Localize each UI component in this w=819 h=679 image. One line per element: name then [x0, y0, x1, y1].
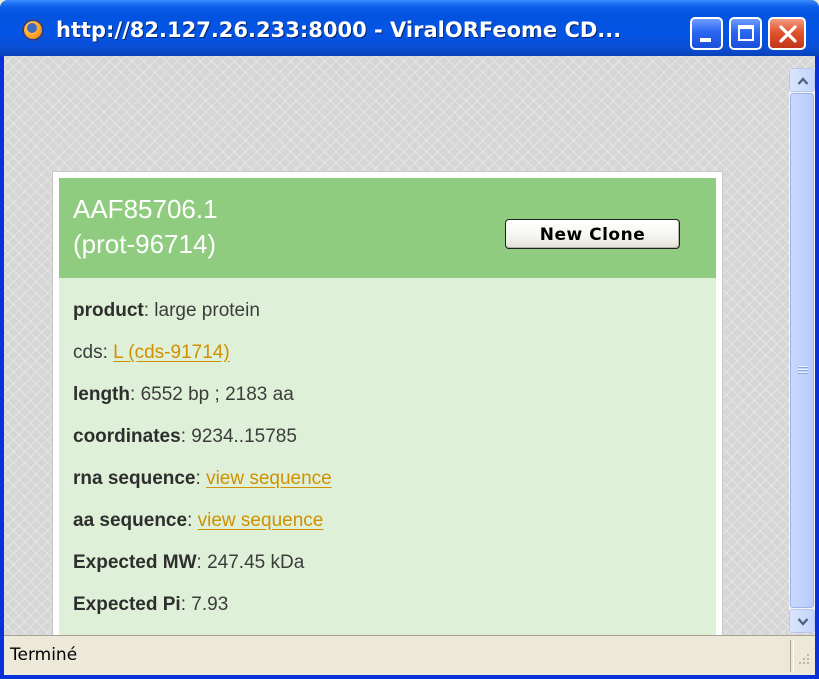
- scroll-thumb[interactable]: [790, 93, 814, 608]
- close-icon: [779, 25, 797, 43]
- expected-pi-value: 7.93: [191, 594, 229, 615]
- minimize-button[interactable]: [690, 17, 723, 50]
- field-label: coordinates: [73, 426, 181, 447]
- chevron-up-icon: [797, 77, 809, 85]
- firefox-icon: [22, 19, 44, 41]
- browser-popup-window: http://82.127.26.233:8000 - ViralORFeome…: [0, 0, 819, 679]
- protein-card: AAF85706.1 (prot-96714) New Clone produc…: [53, 172, 722, 652]
- title-bar[interactable]: http://82.127.26.233:8000 - ViralORFeome…: [0, 0, 819, 56]
- expected-mw-value: 247.45 kDa: [207, 552, 305, 573]
- length-value: 6552 bp ; 2183 aa: [140, 384, 294, 405]
- resize-grip-icon[interactable]: [794, 648, 812, 670]
- aa-view-sequence-link[interactable]: view sequence: [198, 510, 324, 531]
- field-label: Expected MW: [73, 552, 197, 573]
- product-row: product: large protein: [73, 300, 260, 321]
- grip-icon: [798, 366, 808, 375]
- coordinates-row: coordinates: 9234..15785: [73, 426, 297, 447]
- card-header: AAF85706.1 (prot-96714) New Clone: [59, 178, 716, 278]
- page-content: AAF85706.1 (prot-96714) New Clone produc…: [4, 56, 815, 652]
- product-value: large protein: [154, 300, 260, 321]
- field-label: cds: [73, 342, 103, 363]
- vertical-scrollbar[interactable]: [789, 68, 815, 633]
- scroll-up-button[interactable]: [789, 68, 815, 92]
- window-title: http://82.127.26.233:8000 - ViralORFeome…: [56, 18, 622, 42]
- field-label: length: [73, 384, 130, 405]
- maximize-icon: [738, 25, 754, 41]
- field-label: aa sequence: [73, 510, 188, 531]
- field-label: product: [73, 300, 144, 321]
- card-body: product: large protein cds: L (cds-91714…: [59, 278, 716, 646]
- length-row: length: 6552 bp ; 2183 aa: [73, 384, 294, 405]
- status-bar: Terminé: [4, 635, 815, 675]
- scroll-down-button[interactable]: [789, 609, 815, 633]
- rna-view-sequence-link[interactable]: view sequence: [206, 468, 332, 489]
- field-label: rna sequence: [73, 468, 196, 489]
- maximize-button[interactable]: [729, 17, 762, 50]
- coordinates-value: 9234..15785: [191, 426, 297, 447]
- chevron-down-icon: [797, 618, 809, 626]
- cds-row: cds: L (cds-91714): [73, 342, 230, 363]
- protein-title: AAF85706.1 (prot-96714): [73, 194, 218, 259]
- expected-mw-row: Expected MW: 247.45 kDa: [73, 552, 305, 573]
- new-clone-button[interactable]: New Clone: [505, 219, 680, 249]
- close-button[interactable]: [768, 17, 806, 50]
- cds-link[interactable]: L (cds-91714): [113, 342, 230, 363]
- expected-pi-row: Expected Pi: 7.93: [73, 594, 229, 615]
- aa-sequence-row: aa sequence: view sequence: [73, 510, 324, 531]
- minimize-icon: [700, 38, 711, 42]
- rna-sequence-row: rna sequence: view sequence: [73, 468, 332, 489]
- field-label: Expected Pi: [73, 594, 181, 615]
- status-text: Terminé: [10, 645, 78, 665]
